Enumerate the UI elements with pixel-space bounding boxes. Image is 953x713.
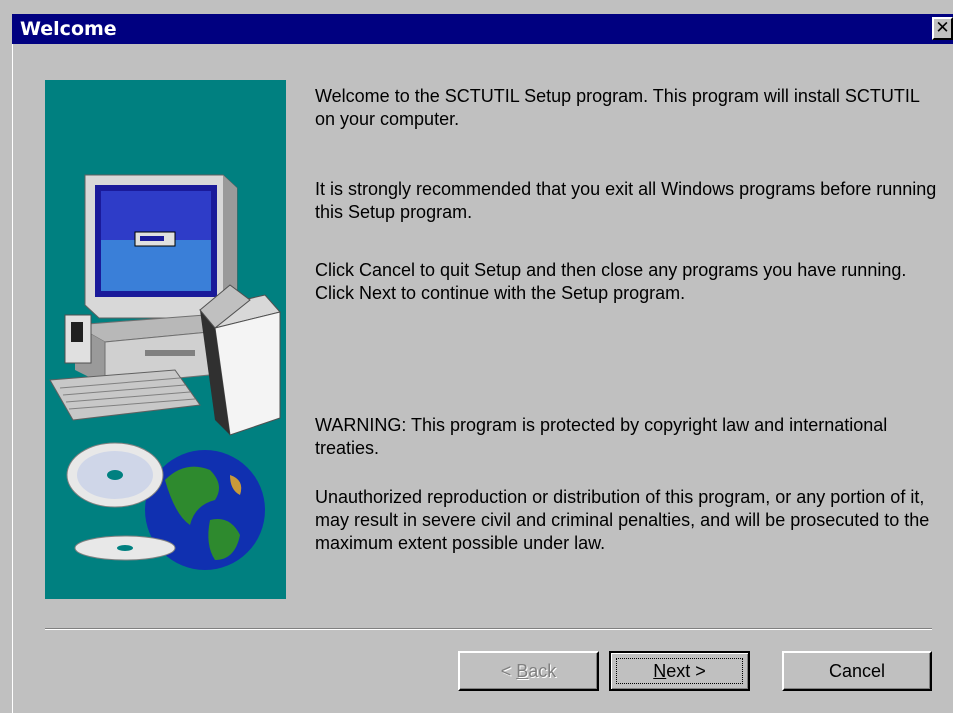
setup-illustration bbox=[45, 80, 286, 599]
window-border bbox=[12, 44, 13, 713]
cancel-button[interactable]: Cancel bbox=[782, 651, 932, 691]
recommend-text: It is strongly recommended that you exit… bbox=[315, 179, 937, 222]
instructions-text: Click Cancel to quit Setup and then clos… bbox=[315, 260, 907, 303]
title-bar[interactable]: Welcome ✕ bbox=[12, 14, 953, 44]
warning-text: WARNING: This program is protected by co… bbox=[315, 415, 888, 458]
next-button[interactable]: Next > bbox=[609, 651, 750, 691]
window-title: Welcome bbox=[20, 18, 117, 40]
setup-dialog: Welcome ✕ Welcome to the SCTUTIL Setup p… bbox=[0, 0, 953, 713]
separator bbox=[45, 628, 932, 630]
computer-icon bbox=[49, 174, 281, 436]
legal-text: Unauthorized reproduction or distributio… bbox=[315, 487, 930, 553]
welcome-text: Welcome to the SCTUTIL Setup program. Th… bbox=[315, 86, 920, 129]
globe-cd-icon bbox=[66, 442, 265, 570]
back-button[interactable]: < Back bbox=[458, 651, 599, 691]
close-icon[interactable]: ✕ bbox=[932, 17, 953, 40]
